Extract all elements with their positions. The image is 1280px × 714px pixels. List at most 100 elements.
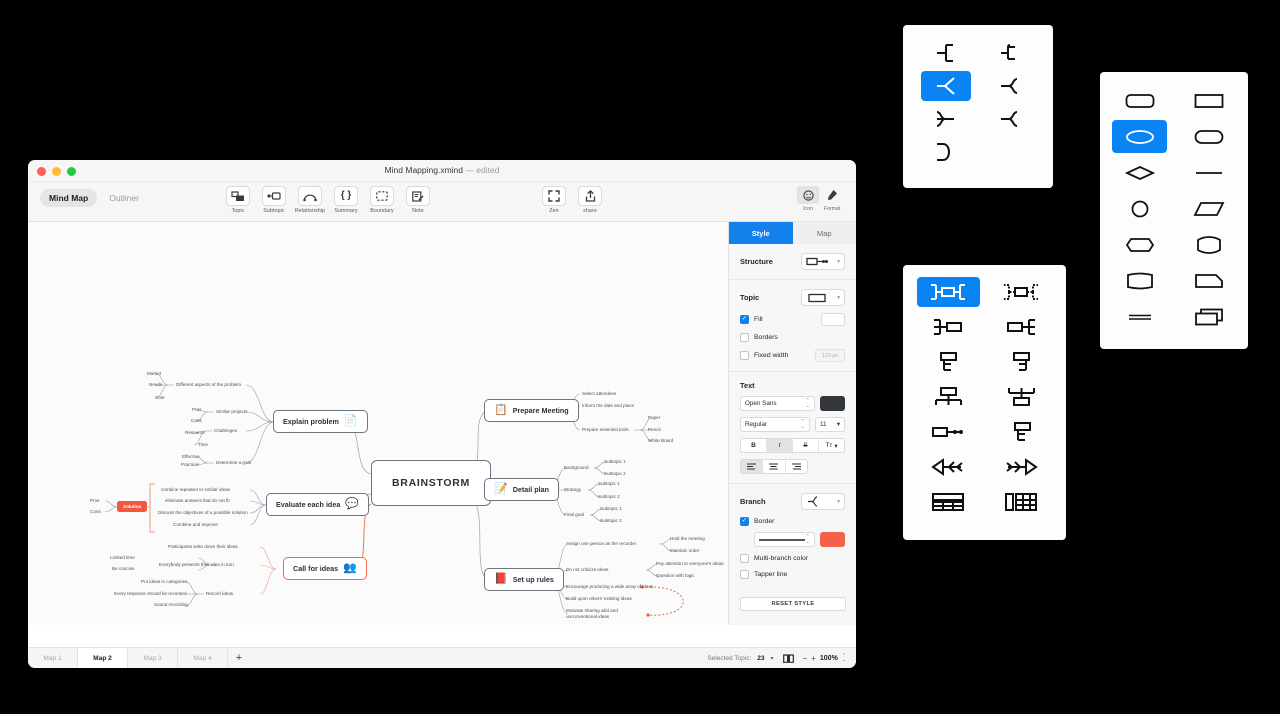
topic-set-up-rules[interactable]: 📕 Set up rules: [484, 568, 564, 591]
topic-evaluate-each-idea[interactable]: Evaluate each idea 💬: [266, 493, 370, 516]
tab-mind-map[interactable]: Mind Map: [40, 189, 98, 207]
topic-prepare-meeting[interactable]: 📋 Prepare Meeting: [484, 399, 579, 422]
subtopic-label[interactable]: Do not criticize ideas: [566, 567, 608, 573]
subtopic-label[interactable]: Pros: [192, 407, 201, 413]
chevron-down-icon[interactable]: ▾: [771, 655, 774, 662]
subtopic-label[interactable]: Pencil: [648, 427, 661, 433]
share-button[interactable]: share: [572, 186, 608, 214]
subtopic-label[interactable]: Record ideas: [206, 591, 233, 597]
subtopic-label[interactable]: Build upon others' existing ideas: [566, 596, 632, 602]
italic-button[interactable]: I: [767, 439, 793, 452]
subtopic-label[interactable]: Inform the date and place: [582, 403, 634, 409]
structure-option-4[interactable]: [917, 347, 980, 377]
fill-checkbox[interactable]: [740, 315, 749, 324]
shape-option-7[interactable]: [1181, 192, 1236, 225]
structure-option-3[interactable]: [990, 312, 1053, 342]
map-tab-4[interactable]: Map 4: [178, 647, 228, 668]
structure-option-11[interactable]: [990, 452, 1053, 482]
subtopic-label[interactable]: Final goal: [564, 512, 584, 518]
topic-explain-problem[interactable]: Explain problem 📄: [273, 410, 368, 433]
structure-option-12[interactable]: [917, 487, 980, 517]
tab-style[interactable]: Style: [729, 222, 793, 244]
structure-option-9[interactable]: [990, 417, 1053, 447]
strikethrough-button[interactable]: S: [793, 439, 819, 452]
subtopic-label[interactable]: Different aspects of the problem: [176, 382, 241, 388]
tapper-line-checkbox[interactable]: [740, 570, 749, 579]
shape-option-4[interactable]: [1112, 156, 1167, 189]
subtopic-label[interactable]: Discuss the objectives of a possible sol…: [158, 510, 248, 516]
font-color-swatch[interactable]: [820, 396, 845, 411]
subtopic-label[interactable]: Sound recording: [154, 602, 188, 608]
shape-option-5[interactable]: [1181, 156, 1236, 189]
shape-option-3[interactable]: [1181, 120, 1236, 153]
subtopic-label[interactable]: Limited time: [110, 555, 135, 561]
branch-style-option-3[interactable]: [985, 71, 1035, 101]
fill-color-swatch[interactable]: [821, 313, 845, 326]
subtopic-label[interactable]: Everybody presents their idea in turn: [159, 562, 234, 568]
subtopic-label[interactable]: Every response should be recorded: [114, 591, 187, 597]
topic-shape-picker-button[interactable]: ▾: [801, 289, 845, 306]
branch-style-picker-button[interactable]: ▾: [801, 493, 845, 510]
zoom-stepper-icon[interactable]: ⌃ ⌄: [842, 653, 846, 662]
subtopic-label[interactable]: Subtopic 1: [600, 506, 622, 512]
subtopic-label[interactable]: Effective: [182, 454, 200, 460]
book-icon[interactable]: [782, 653, 794, 663]
font-weight-select[interactable]: Regular ⌃ ⌄: [740, 417, 810, 432]
subtopic-label[interactable]: Practical: [181, 462, 199, 468]
zoom-in-button[interactable]: +: [811, 654, 816, 663]
structure-option-7[interactable]: [990, 382, 1053, 412]
shape-option-11[interactable]: [1181, 264, 1236, 297]
format-panel-button[interactable]: Format: [820, 186, 844, 212]
mindmap-canvas[interactable]: BRAINSTORM Explain problem 📄 Evaluate ea…: [28, 222, 728, 625]
branch-style-option-5[interactable]: [985, 104, 1035, 134]
topic-call-for-ideas[interactable]: Call for ideas 👥: [283, 557, 367, 580]
insert-summary-button[interactable]: { } Summary: [328, 186, 364, 214]
fixed-width-input[interactable]: 123 px: [815, 349, 845, 362]
border-checkbox[interactable]: [740, 517, 749, 526]
subtopic-label[interactable]: Market: [147, 371, 161, 377]
branch-style-option-1[interactable]: [985, 38, 1035, 68]
align-center-button[interactable]: [763, 460, 786, 473]
branch-style-option-0[interactable]: [921, 38, 971, 68]
font-size-select[interactable]: 11 ▾: [815, 417, 845, 432]
subtopic-label[interactable]: Subtopic 2: [600, 518, 622, 524]
subtopic-label[interactable]: Subtopic 1: [604, 459, 626, 465]
border-color-swatch[interactable]: [820, 532, 845, 547]
subtopic-label[interactable]: Resource: [185, 430, 205, 436]
shape-option-13[interactable]: [1181, 300, 1236, 333]
shape-option-6[interactable]: [1112, 192, 1167, 225]
insert-boundary-button[interactable]: Boundary: [364, 186, 400, 214]
branch-style-option-4[interactable]: [921, 104, 971, 134]
bold-button[interactable]: B: [741, 439, 767, 452]
zen-mode-button[interactable]: Zen: [536, 186, 572, 214]
subtopic-label[interactable]: Hold the meeting: [670, 536, 705, 542]
shape-option-12[interactable]: [1112, 300, 1167, 333]
structure-picker-button[interactable]: ▾: [801, 253, 845, 270]
subtopic-label[interactable]: Cost: [155, 395, 164, 401]
insert-subtopic-button[interactable]: Subtopic: [256, 186, 292, 214]
subtopic-label[interactable]: Combine and improve: [173, 522, 218, 528]
font-family-select[interactable]: Open Sans ⌃ ⌄: [740, 396, 815, 411]
border-line-style-select[interactable]: ⌃ ⌄: [754, 532, 815, 547]
map-tab-2[interactable]: Map 2: [78, 647, 128, 668]
subtopic-label[interactable]: Cons: [90, 509, 101, 515]
shape-option-1[interactable]: [1181, 84, 1236, 117]
shape-option-9[interactable]: [1181, 228, 1236, 261]
branch-style-option-2[interactable]: [921, 71, 971, 101]
zoom-out-button[interactable]: −: [803, 654, 808, 663]
structure-option-1[interactable]: [990, 277, 1053, 307]
insert-note-button[interactable]: Note: [400, 186, 436, 214]
subtopic-label[interactable]: Encourage producing a wide array of idea…: [566, 584, 653, 590]
map-tab-3[interactable]: Map 3: [128, 647, 178, 668]
shape-option-8[interactable]: [1112, 228, 1167, 261]
subtopic-label[interactable]: combine repeated or similar ideas: [161, 487, 230, 493]
subtopic-label[interactable]: Challenges: [214, 428, 237, 434]
align-left-button[interactable]: [741, 460, 764, 473]
structure-option-13[interactable]: [990, 487, 1053, 517]
subtopic-label[interactable]: Assign one person as the recorder: [566, 541, 636, 547]
structure-option-6[interactable]: [917, 382, 980, 412]
subtopic-label[interactable]: Background: [564, 465, 589, 471]
topic-detail-plan[interactable]: 📝 Detail plan: [484, 478, 560, 501]
tab-outliner[interactable]: Outliner: [100, 189, 148, 207]
insert-topic-button[interactable]: Topic: [220, 186, 256, 214]
